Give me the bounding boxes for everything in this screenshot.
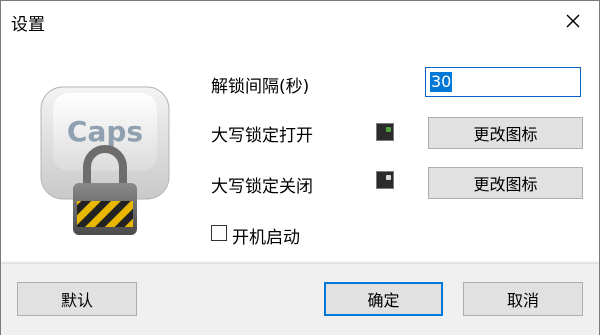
- title-bar: 设置: [1, 1, 599, 41]
- unlock-interval-value: 30: [430, 72, 453, 92]
- caps-off-label: 大写锁定关闭: [211, 177, 313, 197]
- unlock-interval-label: 解锁间隔(秒): [211, 77, 310, 97]
- caps-lock-padlock-icon: Caps: [40, 86, 170, 235]
- svg-text:Caps: Caps: [67, 115, 143, 148]
- cancel-button[interactable]: 取消: [463, 282, 583, 316]
- close-icon: [566, 14, 580, 28]
- startup-checkbox[interactable]: [211, 225, 227, 241]
- caps-off-indicator-icon: [376, 171, 394, 189]
- startup-label: 开机启动: [232, 228, 300, 248]
- caps-on-indicator-icon: [376, 123, 394, 141]
- change-caps-on-icon-button[interactable]: 更改图标: [428, 117, 583, 149]
- caps-on-label: 大写锁定打开: [211, 126, 313, 146]
- window-title: 设置: [11, 15, 45, 35]
- close-button[interactable]: [553, 5, 593, 37]
- settings-dialog: 设置 Caps 解锁间隔(秒) 30 大写锁定打开 更改图标 大写锁定关闭 更改…: [0, 0, 600, 335]
- ok-button[interactable]: 确定: [324, 282, 443, 316]
- default-button[interactable]: 默认: [17, 282, 137, 316]
- unlock-interval-input[interactable]: 30: [425, 67, 581, 97]
- dialog-body: Caps 解锁间隔(秒) 30 大写锁定打开 更改图标 大写锁定关闭 更改图标 …: [1, 41, 599, 261]
- dialog-footer: 默认 确定 取消: [1, 263, 599, 335]
- change-caps-off-icon-button[interactable]: 更改图标: [428, 167, 583, 199]
